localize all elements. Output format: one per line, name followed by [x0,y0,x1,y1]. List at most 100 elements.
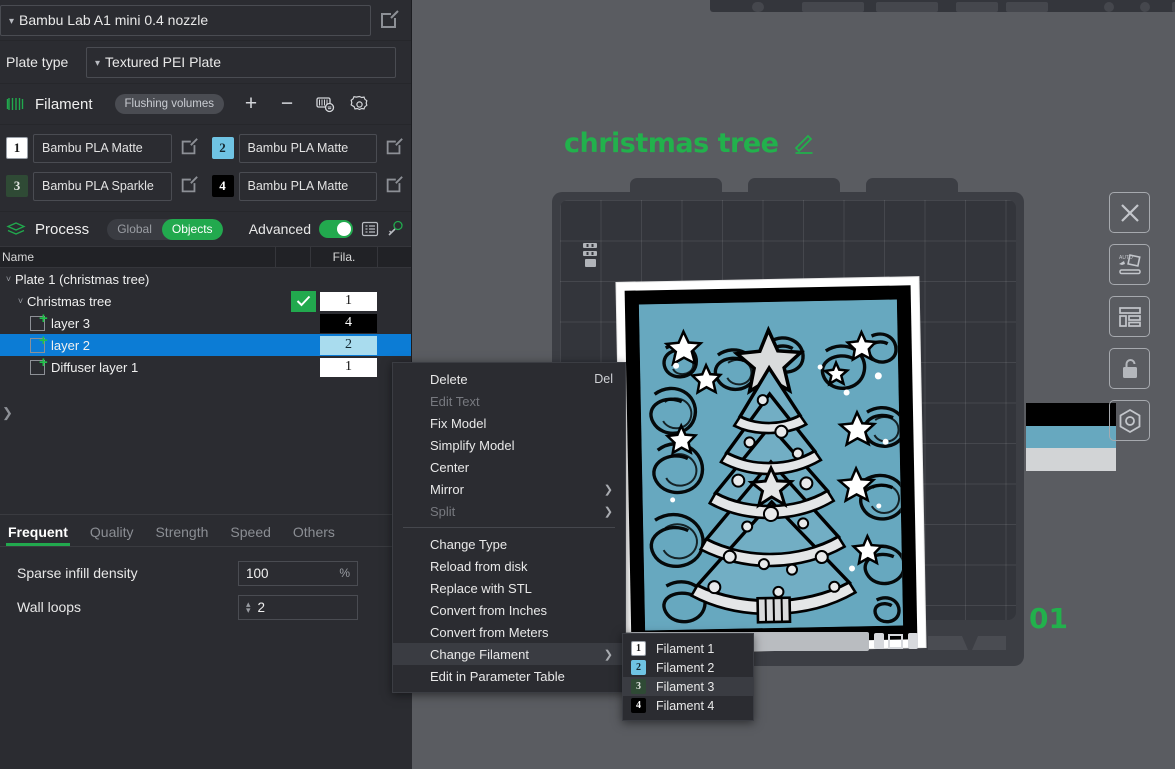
filament-4-name[interactable]: Bambu PLA Matte [238,171,377,201]
plate-type-value: Textured PEI Plate [105,54,221,70]
object-context-menu[interactable]: Delete Del Edit Text Fix Model Simplify … [392,362,626,693]
edit-filament-4-icon[interactable] [384,175,406,197]
delete-plate-icon[interactable] [1109,192,1150,233]
menu-item-edit-text: Edit Text [393,390,625,412]
menu-item-change-filament[interactable]: Change Filament ❯ [393,643,625,665]
filament-slot-1[interactable]: 1 Bambu PLA Matte [0,133,172,163]
top-toolbar[interactable] [710,0,1175,12]
color-swatch-object[interactable] [1026,403,1116,471]
tab-strength[interactable]: Strength [155,524,208,546]
filament-slot-3[interactable]: 3 Bambu PLA Sparkle [0,171,172,201]
filament-2-name[interactable]: Bambu PLA Matte [238,133,377,163]
wall-loops-input[interactable]: ▴ ▾ 2 [238,594,358,620]
filament-settings-gear-icon[interactable] [346,91,372,117]
submenu-item-filament-2[interactable]: 2 Filament 2 [623,658,753,677]
filament-slot-2[interactable]: 2 Bambu PLA Matte [206,133,377,163]
flushing-volumes-button[interactable]: Flushing volumes [114,94,225,114]
advanced-toggle[interactable] [319,220,353,238]
menu-label-fix-model: Fix Model [430,415,487,431]
toolbar-item[interactable] [1140,2,1150,12]
part-icon[interactable]: + [30,333,48,353]
menu-item-simplify-model[interactable]: Simplify Model [393,434,625,456]
tab-others[interactable]: Others [293,524,335,546]
edit-filament-2-icon[interactable] [384,137,406,159]
chevron-expand-icon[interactable]: ˅ [14,296,27,306]
object-filament-badge[interactable]: 1 [320,291,377,311]
scope-global-option[interactable]: Global [107,219,162,240]
menu-label-split: Split [430,503,456,519]
wall-loops-label: Wall loops [17,599,82,615]
tree-row-diffuser-layer-1[interactable]: + Diffuser layer 1 1 [0,355,411,378]
submenu-item-filament-3[interactable]: 3 Filament 3 [623,677,753,696]
edit-filament-3-icon[interactable] [179,175,201,197]
change-filament-submenu[interactable]: 1 Filament 1 2 Filament 2 3 Filament 3 4… [622,633,754,721]
part-icon[interactable]: + [30,355,48,375]
object-visible-checkbox[interactable] [291,290,316,312]
tab-quality[interactable]: Quality [90,524,134,546]
part-icon[interactable]: + [30,311,48,331]
process-scope-segmented[interactable]: Global Objects [107,218,223,240]
edit-filament-1-icon[interactable] [179,137,201,159]
pencil-icon[interactable] [793,131,815,154]
filament-3-badge[interactable]: 3 [6,175,28,197]
menu-item-convert-from-meters[interactable]: Convert from Meters [393,621,625,643]
model-christmas-tree[interactable] [616,277,926,653]
search-settings-icon[interactable] [387,220,405,238]
menu-item-fix-model[interactable]: Fix Model [393,412,625,434]
menu-item-split: Split ❯ [393,500,625,522]
edit-printer-icon[interactable] [378,9,400,31]
tree-row-plate[interactable]: ˅ Plate 1 (christmas tree) [0,268,411,290]
collapse-panel-chevron-icon[interactable]: ❯ [2,405,13,421]
tree-row-object[interactable]: ˅ Christmas tree 1 [0,290,411,312]
toolbar-item[interactable] [876,2,938,12]
diffuser-filament-badge[interactable]: 1 [320,357,377,377]
toolbar-item[interactable] [752,2,764,12]
toolbar-item[interactable] [802,2,864,12]
tab-speed[interactable]: Speed [230,524,270,546]
parameter-list-icon[interactable] [361,220,379,238]
auto-arrange-icon[interactable]: AUTO [1109,244,1150,285]
layer-3-filament-badge[interactable]: 4 [320,313,377,333]
chevron-expand-icon[interactable]: ˅ [2,274,15,284]
menu-item-edit-in-parameter-table[interactable]: Edit in Parameter Table [393,665,625,687]
add-filament-icon[interactable]: + [238,91,264,117]
wall-loops-stepper[interactable]: ▴ ▾ [246,600,251,615]
menu-item-convert-from-inches[interactable]: Convert from Inches [393,599,625,621]
process-header: Process Global Objects Advanced [0,212,411,246]
toolbar-item[interactable] [1006,2,1048,12]
menu-item-change-type[interactable]: Change Type [393,533,625,555]
menu-item-center[interactable]: Center [393,456,625,478]
plate-title[interactable]: christmas tree [564,128,815,159]
remove-filament-icon[interactable]: − [274,91,300,117]
menu-item-replace-with-stl[interactable]: Replace with STL [393,577,625,599]
submenu-label-filament-4: Filament 4 [656,698,715,713]
toolbar-item[interactable] [956,2,998,12]
submenu-item-filament-4[interactable]: 4 Filament 4 [623,696,753,715]
tree-row-layer-2[interactable]: + layer 2 2 [0,333,411,356]
add-part-plus-icon: + [39,331,48,349]
plate-front-tab [928,632,1006,650]
sparse-infill-input[interactable]: 100 % [238,560,358,586]
plate-type-combobox[interactable]: ▾ Textured PEI Plate [86,46,396,78]
menu-item-delete[interactable]: Delete Del [393,368,625,390]
menu-item-mirror[interactable]: Mirror ❯ [393,478,625,500]
filament-4-badge[interactable]: 4 [211,175,234,197]
sync-ams-icon[interactable] [312,91,338,117]
menu-item-reload-from-disk[interactable]: Reload from disk [393,555,625,577]
printer-combobox[interactable]: ▾ Bambu Lab A1 mini 0.4 nozzle [0,4,371,36]
tree-row-layer-3[interactable]: + layer 3 4 [0,311,411,334]
submenu-item-filament-1[interactable]: 1 Filament 1 [623,639,753,658]
filament-2-badge[interactable]: 2 [211,137,234,159]
filament-3-name[interactable]: Bambu PLA Sparkle [33,171,172,201]
scope-objects-option[interactable]: Objects [161,218,223,240]
layer-2-filament-badge[interactable]: 2 [320,335,377,355]
filament-1-name[interactable]: Bambu PLA Matte [33,133,172,163]
filament-slot-4[interactable]: 4 Bambu PLA Matte [206,171,377,201]
lock-open-icon[interactable] [1109,348,1150,389]
tab-frequent[interactable]: Frequent [6,524,70,546]
sparse-infill-unit: % [339,566,350,580]
toolbar-item[interactable] [1104,2,1114,12]
filament-1-badge[interactable]: 1 [6,137,28,159]
hex-gear-icon[interactable] [1109,400,1150,441]
layout-icon[interactable] [1109,296,1150,337]
